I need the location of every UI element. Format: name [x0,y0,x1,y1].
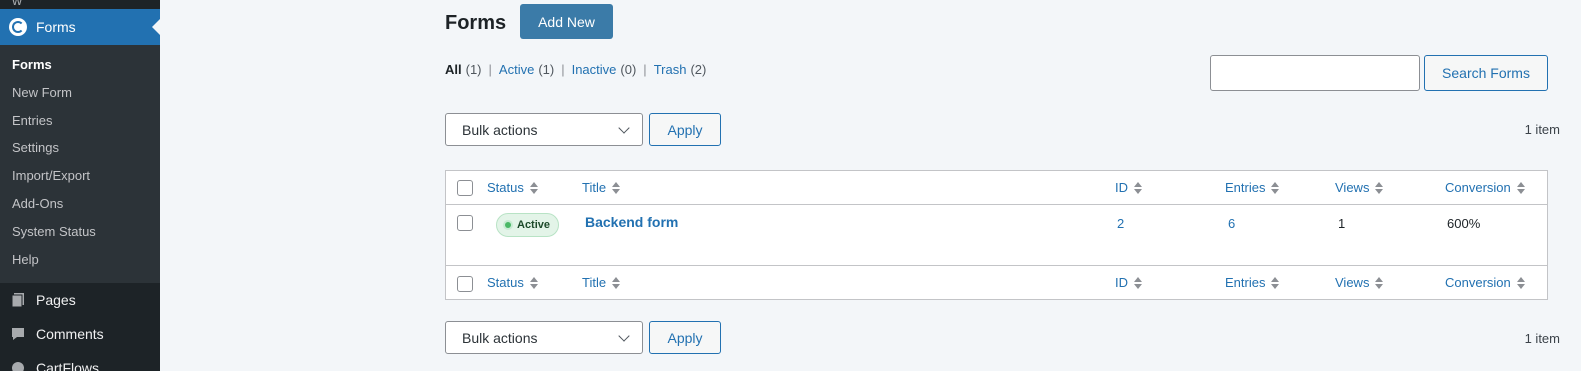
chevron-down-icon [618,122,630,134]
current-menu-arrow [152,19,160,35]
column-id[interactable]: ID [1115,180,1142,195]
filter-active-count: (1) [538,62,555,77]
sort-icon [1134,181,1142,195]
column-views[interactable]: Views [1335,180,1384,195]
status-filters: All (1) | Active (1) | Inactive (0) | Tr… [445,62,706,77]
items-count-top: 1 item [1524,122,1560,137]
page-title: Forms [445,12,507,34]
table-footer: Status Title ID Entries Views Conversion [446,265,1547,299]
filter-separator: | [561,62,565,77]
sidebar-item-label: Pages [36,292,76,308]
sidebar-item-label: CartFlows [36,360,100,371]
status-dot-icon [505,222,511,228]
apply-button-bottom[interactable]: Apply [649,321,721,354]
main-content: Forms Add New All (1) | Active (1) | Ina… [160,0,1581,371]
column-title[interactable]: Title [582,180,621,195]
sort-icon [1375,181,1384,195]
filter-all-count: (1) [465,62,482,77]
bulk-actions-select-top[interactable]: Bulk actions [445,113,643,146]
sidebar-item-pages[interactable]: Pages [0,283,160,317]
woo-icon[interactable]: w [12,0,28,7]
form-title-link[interactable]: Backend form [585,214,678,230]
select-all-checkbox[interactable] [457,180,473,196]
select-all-checkbox-bottom[interactable] [457,276,473,292]
pages-icon [10,292,26,308]
status-badge: Active [496,213,560,237]
form-entries-link[interactable]: 6 [1228,216,1235,231]
sort-icon [529,276,538,290]
sidebar-item-label: Forms [36,19,76,35]
admin-sidebar: w Forms Forms New Form Entries Settings … [0,0,160,371]
submenu-system-status[interactable]: System Status [0,222,160,250]
comments-icon [10,326,26,342]
items-count-bottom: 1 item [1524,331,1560,346]
apply-button-top[interactable]: Apply [649,113,721,146]
forms-icon [9,18,27,36]
search-input[interactable] [1210,55,1420,91]
row-checkbox[interactable] [457,215,473,231]
filter-trash[interactable]: Trash [654,62,687,77]
submenu-help[interactable]: Help [0,250,160,278]
sort-icon [1271,181,1280,195]
bulk-actions-label: Bulk actions [462,121,538,138]
column-title[interactable]: Title [582,275,621,290]
form-conversion: 600% [1447,216,1481,231]
sidebar-item-label: Comments [36,326,104,342]
sort-icon [1134,276,1142,290]
table-row: Active Backend form 2 6 1 600% [446,205,1547,265]
cartflows-icon [10,360,26,371]
submenu-new-form[interactable]: New Form [0,83,160,111]
filter-separator: | [488,62,492,77]
form-id-link[interactable]: 2 [1117,216,1124,231]
filter-separator: | [643,62,647,77]
filter-inactive[interactable]: Inactive [572,62,617,77]
sidebar-item-comments[interactable]: Comments [0,317,160,351]
column-conversion[interactable]: Conversion [1445,180,1525,195]
sort-icon [612,276,621,290]
filter-all[interactable]: All [445,62,462,77]
submenu-import-export[interactable]: Import/Export [0,166,160,194]
filter-trash-count: (2) [690,62,707,77]
chevron-down-icon [618,330,630,342]
submenu-add-ons[interactable]: Add-Ons [0,194,160,222]
form-views: 1 [1338,216,1346,231]
column-entries[interactable]: Entries [1225,275,1280,290]
sidebar-item-forms[interactable]: Forms [0,9,160,45]
submenu-settings[interactable]: Settings [0,138,160,166]
column-entries[interactable]: Entries [1225,180,1280,195]
table-header: Status Title ID Entries Views Conversion [446,171,1547,205]
column-status[interactable]: Status [487,180,538,195]
filter-inactive-count: (0) [620,62,637,77]
search-forms-button[interactable]: Search Forms [1424,55,1548,91]
submenu-entries[interactable]: Entries [0,111,160,139]
sort-icon [1516,181,1525,195]
sort-icon [612,181,621,195]
sort-icon [1516,276,1525,290]
sidebar-item-cartflows[interactable]: CartFlows [0,351,160,371]
sort-icon [529,181,538,195]
sort-icon [1271,276,1280,290]
bulk-actions-label: Bulk actions [462,329,538,346]
sidebar-top-stub: w [0,0,160,9]
submenu-forms[interactable]: Forms [0,55,160,83]
column-views[interactable]: Views [1335,275,1384,290]
add-new-button[interactable]: Add New [520,4,613,39]
sort-icon [1375,276,1384,290]
forms-table: Status Title ID Entries Views Conversion… [445,170,1548,300]
column-status[interactable]: Status [487,275,538,290]
column-id[interactable]: ID [1115,275,1142,290]
column-conversion[interactable]: Conversion [1445,275,1525,290]
filter-active[interactable]: Active [499,62,534,77]
sidebar-submenu: Forms New Form Entries Settings Import/E… [0,45,160,283]
bulk-actions-select-bottom[interactable]: Bulk actions [445,321,643,354]
